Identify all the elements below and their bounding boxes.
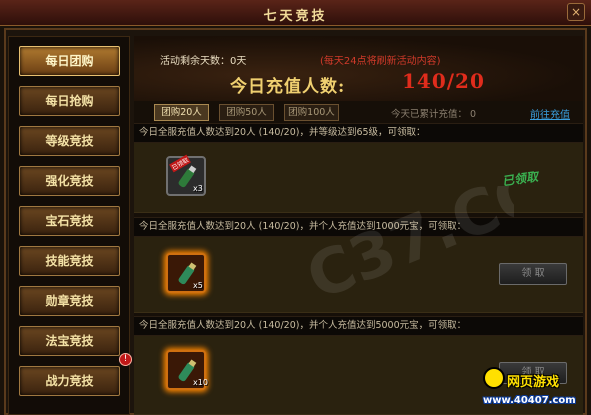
refresh-note: (每天24点将刷新活动内容): [320, 56, 441, 67]
today-total-recharge: 今天已累计充值： 0: [391, 109, 477, 120]
header-banner: 活动剩余天数：0天 (每天24点将刷新活动内容) 今日充值人数: 140/20: [134, 36, 583, 101]
tab-group-20[interactable]: 团购20人: [154, 104, 209, 121]
logo-text: 网页游戏: [507, 375, 560, 390]
today-recharge-count: 140/20: [402, 69, 485, 93]
item-quantity: x10: [193, 378, 208, 387]
item-quantity: x3: [193, 184, 203, 193]
sidebar-item-treasure-contest[interactable]: 法宝竞技: [19, 326, 120, 356]
reward-condition: 今日全服充值人数达到20人 (140/20)，并个人充值达到1000元宝，可领取…: [134, 217, 583, 237]
sidebar-item-skill-contest[interactable]: 技能竞技: [19, 246, 120, 276]
main-panel: 活动剩余天数：0天 (每天24点将刷新活动内容) 今日充值人数: 140/20 …: [134, 36, 583, 415]
sidebar-item-medal-contest[interactable]: 勋章竞技: [19, 286, 120, 316]
logo-mascot-icon: [483, 367, 505, 389]
reward-row: x5 领 取: [134, 237, 583, 313]
reward-item-slot[interactable]: x10: [166, 350, 208, 390]
sidebar-item-power-contest[interactable]: 战力竞技: [19, 366, 120, 396]
recharge-link[interactable]: 前往充值: [530, 106, 570, 121]
close-button[interactable]: ×: [567, 3, 585, 21]
site-logo: 网页游戏 www.40407.com: [475, 361, 591, 415]
sidebar-item-gem-contest[interactable]: 宝石竞技: [19, 206, 120, 236]
sidebar-item-daily-flash-buy[interactable]: 每日抢购: [19, 86, 120, 116]
claim-button[interactable]: 领 取: [499, 263, 567, 285]
reward-condition: 今日全服充值人数达到20人 (140/20)，并个人充值达到5000元宝，可领取…: [134, 316, 583, 336]
reward-item-slot[interactable]: x5: [166, 253, 206, 293]
window-title: 七天竞技: [263, 9, 328, 24]
sidebar-item-enhance-contest[interactable]: 强化竞技: [19, 166, 120, 196]
reward-condition: 今日全服充值人数达到20人 (140/20)，并等级达到65级，可领取：: [134, 123, 583, 143]
today-recharge-label: 今日充值人数:: [230, 77, 346, 97]
logo-url: www.40407.com: [483, 395, 576, 406]
days-remaining: 活动剩余天数：0天: [160, 56, 247, 67]
tab-group-100[interactable]: 团购100人: [284, 104, 339, 121]
reward-item-slot[interactable]: 已领取 x3: [166, 154, 206, 196]
sidebar-item-level-contest[interactable]: 等级竞技: [19, 126, 120, 156]
window-titlebar: 七天竞技 ×: [0, 0, 591, 26]
tab-group-50[interactable]: 团购50人: [219, 104, 274, 121]
sidebar-item-daily-group-buy[interactable]: 每日团购: [19, 46, 120, 76]
notification-badge: !: [119, 353, 132, 366]
item-quantity: x5: [193, 281, 203, 290]
sidebar: 每日团购 每日抢购 等级竞技 强化竞技 宝石竞技 技能竞技 勋章竞技 法宝竞技 …: [8, 36, 132, 415]
